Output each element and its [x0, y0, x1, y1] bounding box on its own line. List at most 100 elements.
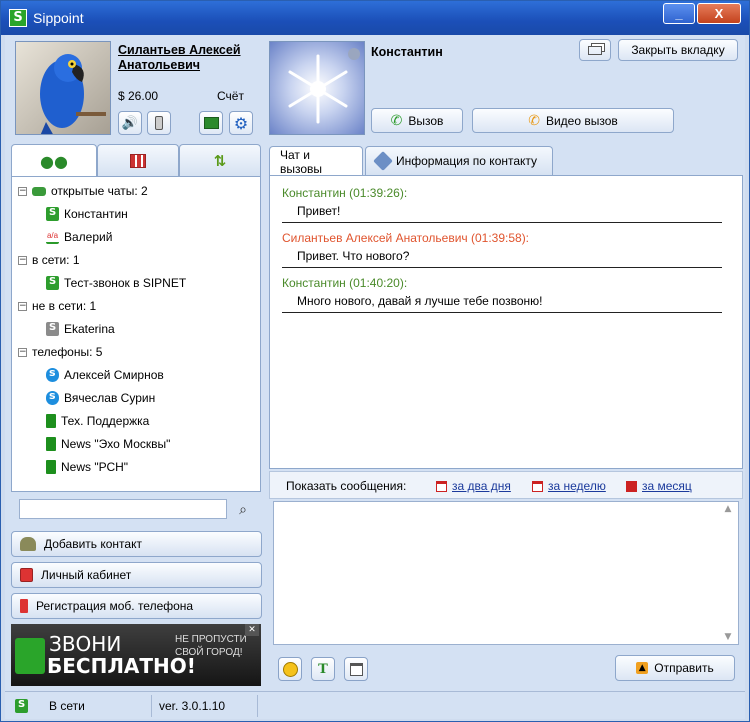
search-icon[interactable]: ⌕ [233, 499, 253, 519]
contact-item[interactable]: News "Эхо Москвы" [46, 434, 170, 454]
scroll-up-icon[interactable]: ▲ [720, 504, 736, 514]
contact-name: Алексей Смирнов [64, 368, 164, 382]
scrollbar[interactable]: ▲ ▼ [720, 504, 736, 642]
tab-history[interactable]: ⇅ [179, 144, 261, 176]
ad-banner[interactable]: ЗВОНИ БЕСПЛАТНО! НЕ ПРОПУСТИ СВОЙ ГОРОД!… [11, 624, 261, 686]
contacts-icon: ●● [40, 151, 68, 171]
status-separator [151, 695, 152, 717]
contact-name: Тест-звонок в SIPNET [64, 276, 187, 290]
tree-group-label: телефоны: 5 [32, 345, 103, 359]
tree-group[interactable]: − открытые чаты: 2 [18, 181, 148, 201]
sippoint-offline-icon [46, 322, 59, 336]
chat-history[interactable]: Константин (01:39:26): Привет! Силантьев А… [269, 175, 743, 469]
contact-item[interactable]: Константин [46, 204, 128, 224]
calendar-button[interactable] [344, 657, 368, 681]
register-phone-label: Регистрация моб. телефона [36, 599, 194, 613]
contact-avatar[interactable] [269, 41, 365, 135]
online-status-icon[interactable] [15, 699, 28, 713]
id-card-icon [203, 117, 219, 129]
banner-phone-icon [15, 638, 45, 674]
contact-item[interactable]: Тест-звонок в SIPNET [46, 273, 186, 293]
user-avatar[interactable] [15, 41, 111, 135]
tree-group[interactable]: − не в сети: 1 [18, 296, 96, 316]
filter-two-days-link[interactable]: за два дня [436, 479, 511, 493]
contact-item[interactable]: Алексей Смирнов [46, 365, 164, 385]
smiley-button[interactable] [278, 657, 302, 681]
chat-message: Константин (01:40:20): Много нового, дава… [282, 276, 722, 309]
settings-button[interactable]: ⚙ [229, 111, 253, 135]
message-text: Много нового, давай я лучше тебе позвоню… [297, 294, 543, 308]
title-bar[interactable]: S Sippoint _ X [1, 1, 749, 35]
filter-month-link[interactable]: за месяц [626, 479, 692, 493]
show-messages-label: Показать сообщения: [286, 479, 407, 493]
font-button[interactable]: T [311, 657, 335, 681]
contact-item[interactable]: a/a Валерий [46, 227, 112, 247]
account-card-button[interactable] [199, 111, 223, 135]
user-name[interactable]: Силантьев Алексей Анатольевич [118, 43, 258, 73]
font-icon: T [318, 661, 328, 677]
contact-item[interactable]: News "РСН" [46, 457, 128, 477]
close-window-button[interactable]: X [697, 3, 741, 24]
tab-contacts[interactable]: ●● [11, 144, 97, 177]
status-separator [257, 695, 258, 717]
contact-item[interactable]: Вячеслав Сурин [46, 388, 155, 408]
message-divider [282, 267, 722, 268]
close-tab-button[interactable]: Закрыть вкладку [618, 39, 738, 61]
collapse-icon[interactable]: − [18, 255, 27, 265]
send-button[interactable]: ▲ Отправить [615, 655, 735, 681]
register-phone-button[interactable]: Регистрация моб. телефона [11, 593, 262, 619]
phone-icon [46, 437, 56, 451]
calendar-icon [626, 480, 637, 492]
filter-week-link[interactable]: за неделю [532, 479, 606, 493]
message-divider [282, 222, 722, 223]
detach-window-button[interactable] [579, 39, 611, 61]
minimize-button[interactable]: _ [663, 3, 695, 24]
collapse-icon[interactable]: − [18, 347, 27, 357]
banner-close-icon[interactable]: ✕ [245, 624, 259, 636]
contact-name: Валерий [64, 230, 113, 244]
banner-side2: СВОЙ ГОРОД! [175, 647, 243, 658]
contact-tree: −открытые чаты: 2Константинa/aВалерий−в … [11, 176, 261, 492]
chat-message: Силантьев Алексей Анатольевич (01:39:58)… [282, 231, 722, 264]
contact-search-input[interactable] [19, 499, 227, 519]
calendar-icon [532, 480, 543, 492]
status-text[interactable]: В сети [49, 699, 85, 713]
mobile-phone-icon [20, 599, 28, 613]
tab-dialpad[interactable] [97, 144, 179, 176]
message-header: Константин (01:39:26): [282, 186, 408, 200]
tab-chat-label: Чат и вызовы [280, 147, 323, 176]
banner-line1: ЗВОНИ [49, 632, 122, 656]
tree-group-label: в сети: 1 [32, 253, 80, 267]
banner-side1: НЕ ПРОПУСТИ [175, 634, 247, 645]
window-title: Sippoint [33, 10, 84, 26]
tree-group[interactable]: − телефоны: 5 [18, 342, 102, 362]
add-contact-button[interactable]: Добавить контакт [11, 531, 262, 557]
message-input[interactable]: ▲ ▼ [273, 501, 739, 645]
message-divider [282, 312, 722, 313]
collapse-icon[interactable]: − [18, 186, 27, 196]
message-text: Привет! [297, 204, 341, 218]
dialpad-icon [130, 153, 146, 168]
volume-button[interactable]: 🔊 [118, 111, 142, 135]
call-button[interactable]: ✆ Вызов [371, 108, 463, 133]
microphone-button[interactable] [147, 111, 171, 135]
skype-icon [46, 389, 59, 405]
version-text: ver. 3.0.1.10 [159, 699, 226, 713]
collapse-icon[interactable]: − [18, 301, 27, 311]
scroll-down-icon[interactable]: ▼ [720, 632, 736, 642]
send-label: Отправить [654, 661, 714, 675]
video-call-button[interactable]: ✆ Видео вызов [472, 108, 674, 133]
up-down-arrows-icon: ⇅ [213, 151, 227, 170]
gear-icon: ⚙ [233, 113, 249, 133]
sippoint-red-icon [20, 568, 33, 582]
tab-contact-info[interactable]: Информация по контакту [365, 146, 553, 175]
chat-bubbles-icon [32, 186, 46, 196]
tab-info-label: Информация по контакту [396, 154, 538, 168]
phone-icon: ✆ [390, 112, 403, 129]
contact-name: Константин [371, 45, 443, 59]
contact-item[interactable]: Тех. Поддержка [46, 411, 149, 431]
contact-item[interactable]: Ekaterina [46, 319, 115, 339]
tree-group[interactable]: − в сети: 1 [18, 250, 80, 270]
personal-cabinet-button[interactable]: Личный кабинет [11, 562, 262, 588]
tab-chat-calls[interactable]: Чат и вызовы [269, 146, 363, 176]
